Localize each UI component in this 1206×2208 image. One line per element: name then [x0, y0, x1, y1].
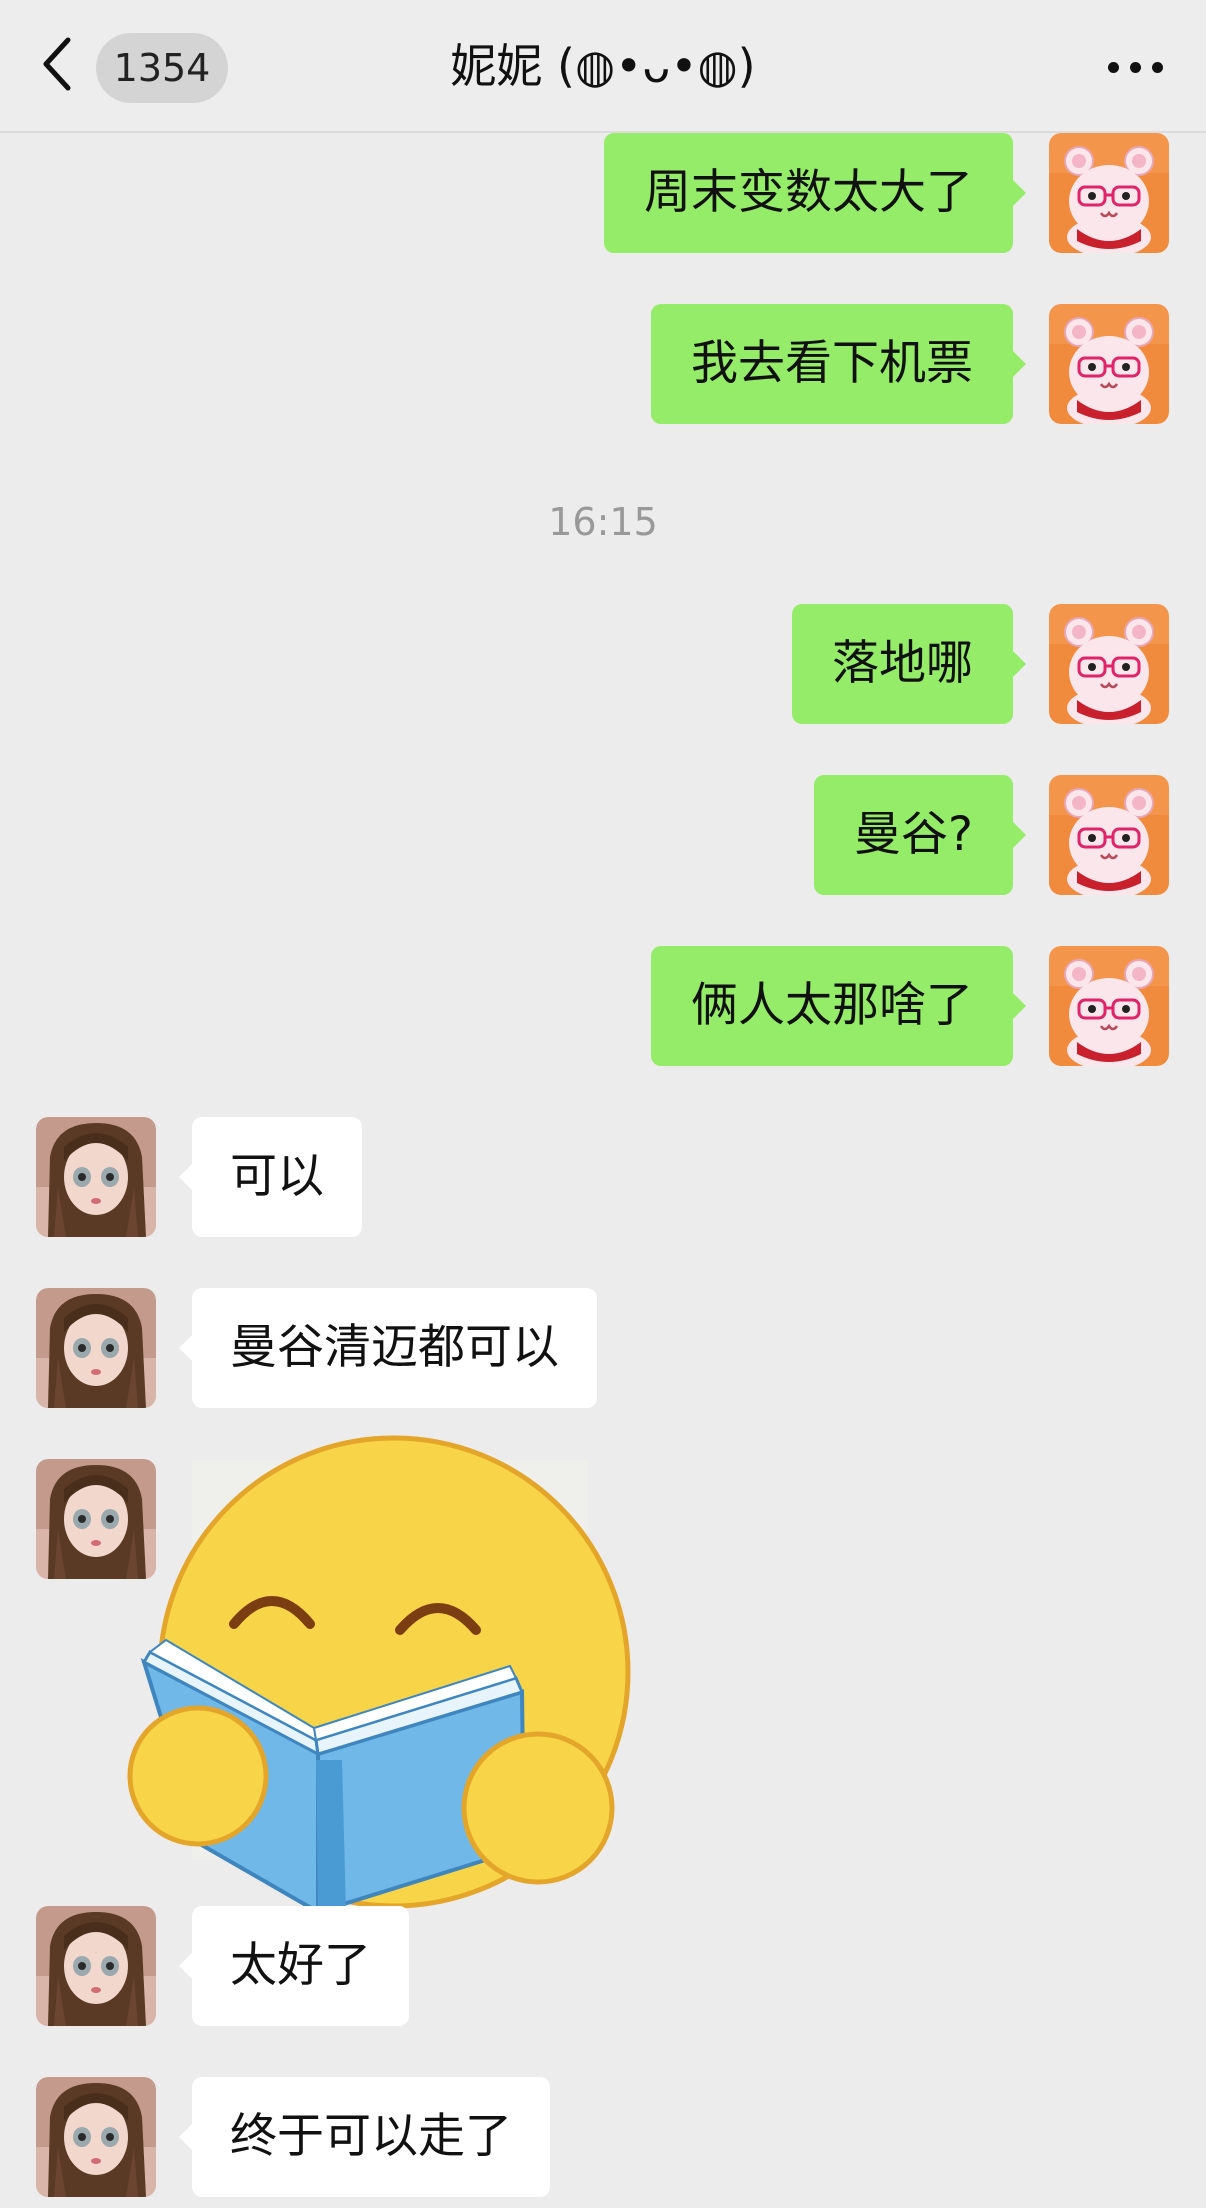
self-avatar-icon[interactable]	[1049, 133, 1169, 253]
message-bubble[interactable]: 曼谷清迈都可以	[179, 1288, 597, 1408]
self-avatar-icon[interactable]	[1049, 304, 1169, 424]
chat-title: 妮妮 (◍•ᴗ•◍)	[450, 39, 756, 93]
message-bubble[interactable]: 落地哪	[792, 604, 1026, 724]
incoming-message: 终于可以走了	[0, 2077, 1206, 2197]
message-timestamp: 16:15	[548, 500, 658, 544]
self-avatar-icon[interactable]	[1049, 604, 1169, 724]
message-bubble[interactable]: 周末变数太大了	[604, 133, 1026, 253]
message-bubble[interactable]: 太好了	[179, 1906, 409, 2026]
outgoing-message: 俩人太那啥了	[0, 946, 1206, 1066]
self-avatar-icon[interactable]	[1049, 775, 1169, 895]
incoming-message: 曼谷清迈都可以	[0, 1288, 1206, 1408]
message-bubble[interactable]: 我去看下机票	[651, 304, 1026, 424]
contact-avatar-icon[interactable]	[36, 1117, 156, 1237]
message-bubble[interactable]: 俩人太那啥了	[651, 946, 1026, 1066]
outgoing-message: 周末变数太大了	[0, 133, 1206, 253]
incoming-message: 太好了	[0, 1906, 1206, 2026]
more-dots-icon[interactable]	[1108, 52, 1164, 82]
outgoing-message: 我去看下机票	[0, 304, 1206, 424]
self-avatar-icon[interactable]	[1049, 946, 1169, 1066]
incoming-message: 可以	[0, 1117, 1206, 1237]
message-bubble[interactable]: 终于可以走了	[179, 2077, 550, 2197]
message-bubble[interactable]: 可以	[179, 1117, 362, 1237]
chat-header: 1354 妮妮 (◍•ᴗ•◍)	[0, 0, 1206, 133]
contact-avatar-icon[interactable]	[36, 1906, 156, 2026]
outgoing-message: 曼谷?	[0, 775, 1206, 895]
reading-smiley-sticker-icon[interactable]	[120, 1430, 640, 1930]
contact-avatar-icon[interactable]	[36, 2077, 156, 2197]
contact-avatar-icon[interactable]	[36, 1288, 156, 1408]
outgoing-message: 落地哪	[0, 604, 1206, 724]
message-bubble[interactable]: 曼谷?	[814, 775, 1026, 895]
